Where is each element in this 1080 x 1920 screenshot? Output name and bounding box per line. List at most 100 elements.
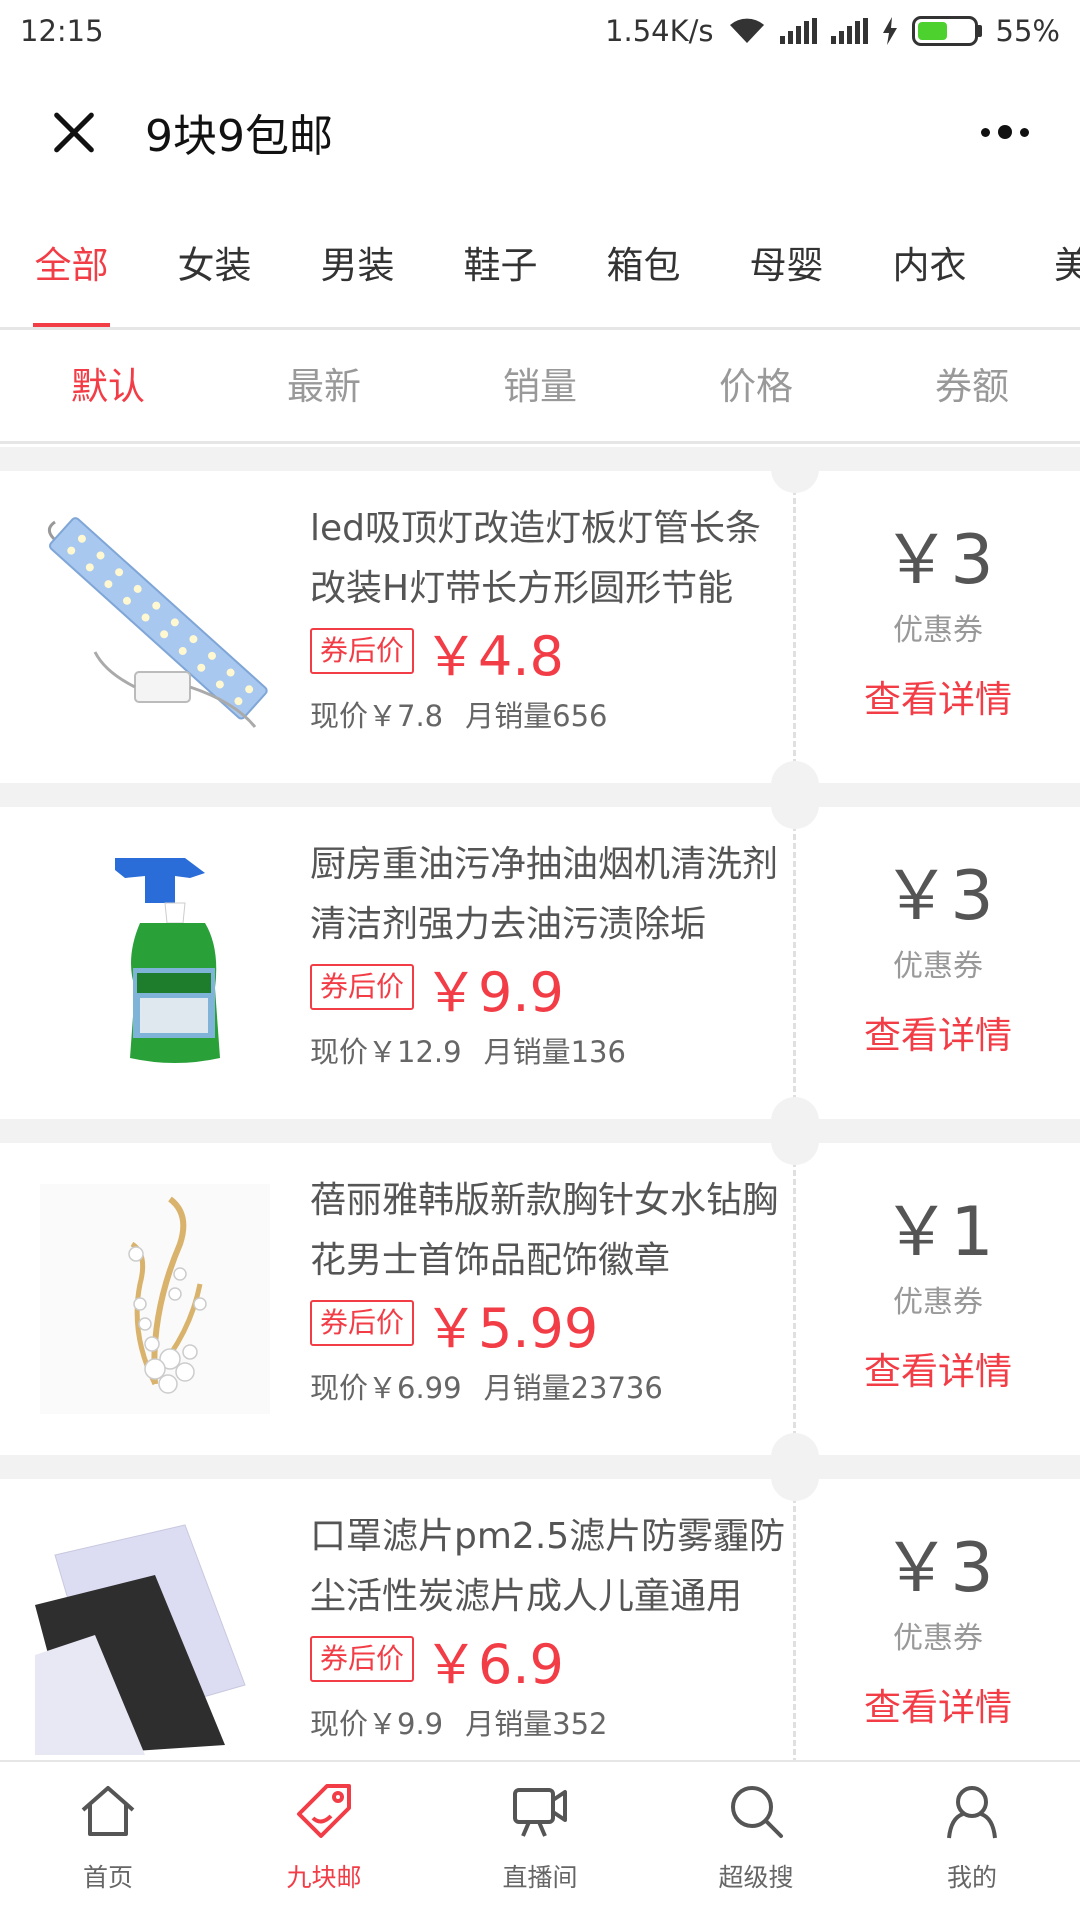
live-icon: [509, 1780, 571, 1846]
coupon-panel: ￥3 优惠券查看详情: [771, 1453, 1080, 1760]
after-coupon-price-tag: 券后价: [310, 1636, 415, 1682]
category-tab[interactable]: 男装: [286, 202, 429, 327]
coupon-amount: ￥3: [882, 857, 994, 936]
sort-option[interactable]: 价格: [648, 330, 864, 441]
sort-option[interactable]: 最新: [216, 330, 432, 441]
search-icon: [725, 1780, 787, 1846]
product-card[interactable]: 厨房重油污净抽油烟机清洗剂清洁剂强力去油污渍除垢 券后价 ￥9.9 现价￥12.9 月销…: [0, 781, 1080, 1145]
current-price: 现价￥12.9: [310, 1035, 462, 1069]
close-icon[interactable]: [0, 62, 145, 202]
price-row: 券后价 ￥4.8: [310, 619, 790, 688]
sort-option[interactable]: 销量: [432, 330, 648, 441]
after-coupon-price-tag: 券后价: [310, 1300, 415, 1346]
after-coupon-price-tag: 券后价: [310, 628, 415, 674]
price-row: 券后价 ￥6.9: [310, 1627, 790, 1696]
coupon-label: 优惠券: [893, 613, 983, 648]
coupon-label: 优惠券: [893, 949, 983, 984]
coupon-amount: ￥1: [882, 1193, 994, 1272]
product-image[interactable]: [0, 1143, 310, 1455]
product-name[interactable]: led吸顶灯改造灯板灯管长条改装H灯带长方形圆形节能: [310, 499, 790, 619]
monthly-sales: 月销量136: [483, 1035, 626, 1069]
category-tab[interactable]: 箱包: [572, 202, 715, 327]
category-tab[interactable]: 内衣: [858, 202, 1001, 327]
after-coupon-price: ￥6.9: [424, 1632, 564, 1696]
product-list: led吸顶灯改造灯板灯管长条改装H灯带长方形圆形节能 券后价 ￥4.8 现价￥7.8 月…: [0, 447, 1080, 1760]
view-details-button[interactable]: 查看详情: [796, 1341, 1080, 1395]
tab-label: 超级搜: [718, 1863, 794, 1892]
monthly-sales: 月销量352: [465, 1707, 608, 1741]
product-info: 口罩滤片pm2.5滤片防雾霾防尘活性炭滤片成人儿童通用 券后价 ￥6.9 现价￥9.9…: [310, 1479, 790, 1760]
coupon-panel: ￥1 优惠券查看详情: [771, 1117, 1080, 1481]
status-bar: 12:15 1.54K/s 55%: [0, 0, 1080, 62]
signal-icon: [779, 18, 817, 44]
price-row: 券后价 ￥9.9: [310, 955, 790, 1024]
coupon-label: 优惠券: [893, 1285, 983, 1320]
coupon-panel: ￥3 优惠券查看详情: [771, 781, 1080, 1145]
signal-icon-2: [830, 18, 868, 44]
after-coupon-price: ￥9.9: [424, 960, 564, 1024]
more-options-icon[interactable]: [950, 62, 1060, 202]
product-name[interactable]: 蓓丽雅韩版新款胸针女水钻胸花男士首饰品配饰徽章: [310, 1171, 790, 1291]
price-row: 券后价 ￥5.99: [310, 1291, 790, 1360]
tab-label: 我的: [946, 1863, 997, 1892]
category-tab[interactable]: 全部: [0, 202, 143, 327]
product-info: led吸顶灯改造灯板灯管长条改装H灯带长方形圆形节能 券后价 ￥4.8 现价￥7.8 月…: [310, 471, 790, 783]
tab-label: 首页: [82, 1863, 133, 1892]
status-time: 12:15: [20, 14, 104, 48]
tab-label: 九块邮: [286, 1863, 362, 1892]
sort-option[interactable]: 默认: [0, 330, 216, 441]
view-details-button[interactable]: 查看详情: [796, 1005, 1080, 1059]
after-coupon-price: ￥4.8: [424, 624, 564, 688]
product-name[interactable]: 口罩滤片pm2.5滤片防雾霾防尘活性炭滤片成人儿童通用: [310, 1507, 790, 1627]
tab-search[interactable]: 超级搜: [648, 1762, 864, 1920]
product-card[interactable]: 口罩滤片pm2.5滤片防雾霾防尘活性炭滤片成人儿童通用 券后价 ￥6.9 现价￥9.9…: [0, 1453, 1080, 1760]
charging-icon: [882, 17, 897, 45]
tab-live[interactable]: 直播间: [432, 1762, 648, 1920]
coupon-panel: ￥3 优惠券查看详情: [771, 447, 1080, 809]
user-icon: [941, 1780, 1003, 1846]
product-image[interactable]: [0, 1479, 310, 1760]
product-meta: 现价￥6.99 月销量23736: [310, 1365, 790, 1407]
product-image[interactable]: [0, 807, 310, 1119]
tab-user[interactable]: 我的: [864, 1762, 1080, 1920]
tag-icon: [293, 1780, 355, 1846]
tab-tag[interactable]: 九块邮: [216, 1762, 432, 1920]
view-details-button[interactable]: 查看详情: [796, 669, 1080, 723]
category-tab[interactable]: 女装: [143, 202, 286, 327]
coupon-label: 优惠券: [893, 1621, 983, 1656]
category-tab[interactable]: 美: [1001, 202, 1080, 327]
tab-label: 直播间: [502, 1863, 578, 1892]
current-price: 现价￥7.8: [310, 699, 444, 733]
product-meta: 现价￥9.9 月销量352: [310, 1701, 790, 1743]
category-tab[interactable]: 鞋子: [429, 202, 572, 327]
product-info: 厨房重油污净抽油烟机清洗剂清洁剂强力去油污渍除垢 券后价 ￥9.9 现价￥12.9 月销…: [310, 807, 790, 1119]
monthly-sales: 月销量656: [465, 699, 608, 733]
sort-bar: 默认 最新 销量 价格 券额: [0, 330, 1080, 444]
bottom-tab-bar: 首页 九块邮 直播间 超级搜 我的: [0, 1760, 1080, 1920]
product-card[interactable]: led吸顶灯改造灯板灯管长条改装H灯带长方形圆形节能 券后价 ￥4.8 现价￥7.8 月…: [0, 447, 1080, 809]
coupon-amount: ￥3: [882, 521, 994, 600]
after-coupon-price-tag: 券后价: [310, 964, 415, 1010]
product-image[interactable]: [0, 471, 310, 783]
category-tab[interactable]: 母婴: [715, 202, 858, 327]
sort-option[interactable]: 券额: [864, 330, 1080, 441]
coupon-amount: ￥3: [882, 1529, 994, 1608]
monthly-sales: 月销量23736: [483, 1371, 663, 1405]
title-bar: 9块9包邮: [0, 62, 1080, 202]
product-meta: 现价￥12.9 月销量136: [310, 1029, 790, 1071]
current-price: 现价￥6.99: [310, 1371, 462, 1405]
after-coupon-price: ￥5.99: [424, 1296, 599, 1360]
category-tabs: 全部女装男装鞋子箱包母婴内衣美: [0, 202, 1080, 330]
product-name[interactable]: 厨房重油污净抽油烟机清洗剂清洁剂强力去油污渍除垢: [310, 835, 790, 955]
page-title: 9块9包邮: [145, 111, 333, 162]
product-info: 蓓丽雅韩版新款胸针女水钻胸花男士首饰品配饰徽章 券后价 ￥5.99 现价￥6.99 月销…: [310, 1143, 790, 1455]
product-meta: 现价￥7.8 月销量656: [310, 693, 790, 735]
battery-icon: [911, 16, 982, 46]
view-details-button[interactable]: 查看详情: [796, 1677, 1080, 1731]
current-price: 现价￥9.9: [310, 1707, 444, 1741]
home-icon: [77, 1780, 139, 1846]
network-speed: 1.54K/s: [605, 14, 714, 48]
product-card[interactable]: 蓓丽雅韩版新款胸针女水钻胸花男士首饰品配饰徽章 券后价 ￥5.99 现价￥6.99 月销…: [0, 1117, 1080, 1481]
battery-percent: 55%: [995, 14, 1060, 48]
tab-home[interactable]: 首页: [0, 1762, 216, 1920]
